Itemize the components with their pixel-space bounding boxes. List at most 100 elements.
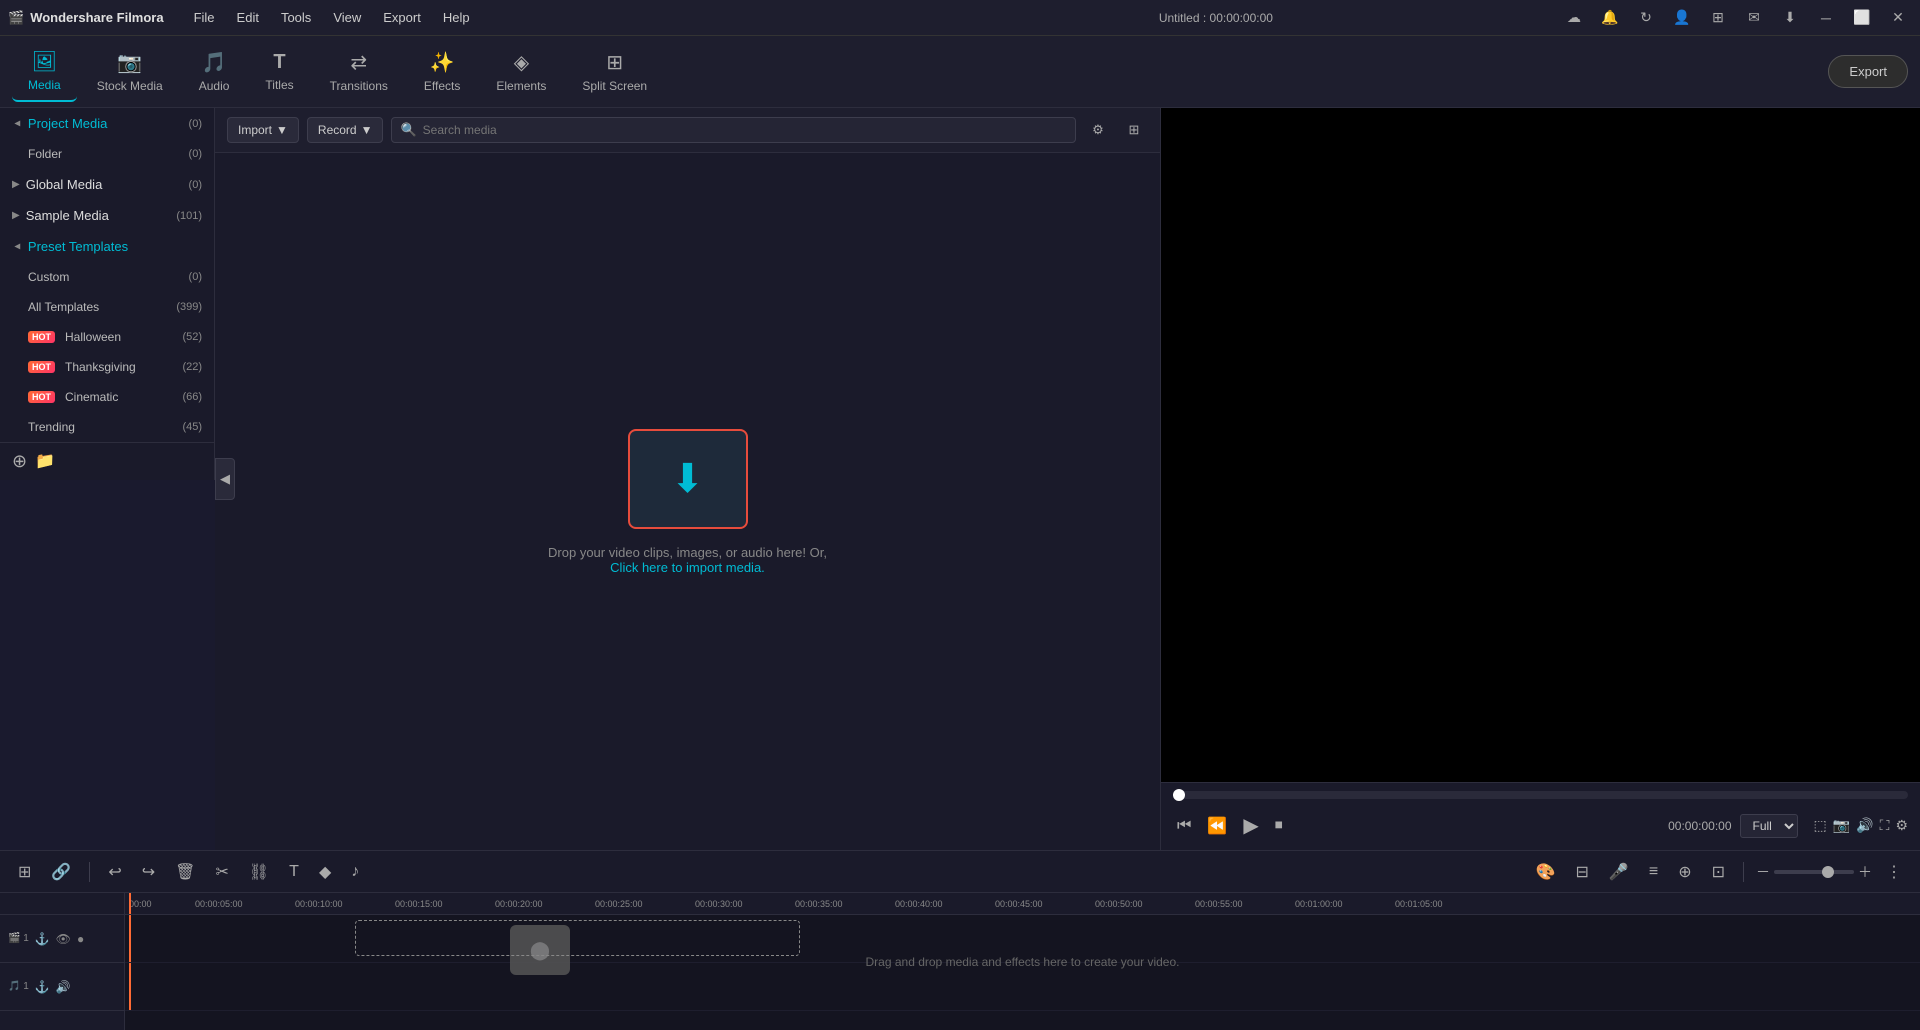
delete-button[interactable]: 🗑 bbox=[169, 858, 201, 886]
preset-templates-arrow: ▼ bbox=[11, 242, 22, 252]
sidebar-item-all-templates[interactable]: All Templates (399) bbox=[0, 292, 214, 322]
undo-button[interactable]: ↩ bbox=[102, 858, 127, 886]
keyframe-button[interactable]: ◆ bbox=[313, 858, 337, 886]
ruler-mark-9: 00:00:45:00 bbox=[995, 899, 1043, 909]
download-btn[interactable]: ⬇ bbox=[1776, 4, 1804, 32]
fullscreen-button[interactable]: ⛶ bbox=[1880, 817, 1890, 834]
timeline-zoom: － ＋ bbox=[1756, 862, 1872, 882]
color-correct-btn[interactable]: 🎨 bbox=[1530, 858, 1562, 886]
voice-btn[interactable]: 🎤 bbox=[1603, 858, 1635, 886]
ruler-mark-7: 00:00:35:00 bbox=[795, 899, 843, 909]
visibility-icon[interactable]: 👁 bbox=[56, 932, 71, 946]
play-button[interactable]: ▶ bbox=[1239, 809, 1262, 842]
preview-playhead[interactable] bbox=[1173, 789, 1185, 801]
toolbar-split-screen[interactable]: ⊞ Split Screen bbox=[566, 42, 663, 101]
app-name: Wondershare Filmora bbox=[30, 10, 163, 25]
merge-btn[interactable]: ⊕ bbox=[1672, 858, 1697, 886]
sidebar-item-project-media[interactable]: ▼ Project Media (0) bbox=[0, 108, 214, 139]
folder-button[interactable]: 📁 bbox=[35, 451, 55, 472]
toolbar-elements[interactable]: ◈ Elements bbox=[480, 42, 562, 101]
record-button[interactable]: Record ▼ bbox=[307, 117, 384, 143]
stop-button[interactable]: ⏹ bbox=[1271, 813, 1287, 839]
quality-select[interactable]: Full 1/2 1/4 1/8 bbox=[1740, 814, 1798, 838]
menu-edit[interactable]: Edit bbox=[227, 6, 269, 29]
toolbar-effects[interactable]: ✨ Effects bbox=[408, 42, 476, 101]
zoom-out-button[interactable]: － bbox=[1756, 862, 1770, 882]
menu-help[interactable]: Help bbox=[433, 6, 480, 29]
sidebar-item-custom[interactable]: Custom (0) bbox=[0, 262, 214, 292]
ruler-mark-6: 00:00:30:00 bbox=[695, 899, 743, 909]
volume-button[interactable]: 🔊 bbox=[1856, 817, 1873, 834]
minimize-btn[interactable]: ─ bbox=[1812, 4, 1840, 32]
grid-btn[interactable]: ⊞ bbox=[1704, 4, 1732, 32]
text-button[interactable]: T bbox=[283, 859, 305, 885]
toolbar-stock-media[interactable]: 📷 Stock Media bbox=[81, 42, 179, 101]
import-link[interactable]: Click here to import media. bbox=[610, 560, 765, 575]
lock-icon[interactable]: ⚓ bbox=[35, 932, 50, 946]
menu-tools[interactable]: Tools bbox=[271, 6, 321, 29]
subtitle-btn[interactable]: ⊡ bbox=[1706, 858, 1731, 886]
main-content: ▼ Project Media (0) Folder (0) ▶ Global … bbox=[0, 108, 1920, 1030]
snap-btn[interactable]: ⊟ bbox=[1570, 858, 1595, 886]
toolbar-media[interactable]: 🖼 Media bbox=[12, 41, 77, 102]
bell-btn[interactable]: 🔔 bbox=[1596, 4, 1624, 32]
user-btn[interactable]: 👤 bbox=[1668, 4, 1696, 32]
toolbar-transitions[interactable]: ⇄ Transitions bbox=[314, 42, 404, 101]
maximize-btn[interactable]: ⬜ bbox=[1848, 4, 1876, 32]
sidebar-item-preset-templates[interactable]: ▼ Preset Templates bbox=[0, 231, 214, 262]
sidebar-item-trending[interactable]: Trending (45) bbox=[0, 412, 214, 442]
time-display: 00:00:00:00 bbox=[1668, 819, 1731, 833]
settings-button[interactable]: ⚙ bbox=[1895, 817, 1908, 834]
import-button[interactable]: Import ▼ bbox=[227, 117, 299, 143]
halloween-count: (52) bbox=[182, 331, 202, 343]
drop-box[interactable]: ⬇ bbox=[628, 429, 748, 529]
sidebar-item-global-media[interactable]: ▶ Global Media (0) bbox=[0, 169, 214, 200]
add-media-button[interactable]: ⊕ bbox=[12, 451, 27, 472]
menu-view[interactable]: View bbox=[323, 6, 371, 29]
toolbar-titles[interactable]: T Titles bbox=[249, 43, 309, 100]
adjust-btn[interactable]: ≡ bbox=[1643, 859, 1664, 885]
menu-file[interactable]: File bbox=[184, 6, 225, 29]
audio-button[interactable]: ♪ bbox=[345, 859, 365, 885]
toolbar-titles-label: Titles bbox=[265, 78, 293, 92]
close-btn[interactable]: ✕ bbox=[1884, 4, 1912, 32]
filter-button[interactable]: ⚙ bbox=[1084, 116, 1112, 144]
unlink-button[interactable]: ⛓ bbox=[243, 858, 275, 886]
media-panel: Import ▼ Record ▼ 🔍 ⚙ ⊞ ⬇ bbox=[215, 108, 1160, 850]
sidebar-wrapper: ▼ Project Media (0) Folder (0) ▶ Global … bbox=[0, 108, 215, 850]
export-button[interactable]: Export bbox=[1828, 55, 1908, 88]
screenshot-button[interactable]: 📷 bbox=[1833, 817, 1850, 834]
redo-button[interactable]: ↪ bbox=[136, 858, 161, 886]
record-label: Record bbox=[318, 123, 357, 137]
view-toggle-button[interactable]: ⊞ bbox=[1120, 116, 1148, 144]
sidebar-item-sample-media[interactable]: ▶ Sample Media (101) bbox=[0, 200, 214, 231]
search-input[interactable] bbox=[423, 123, 1067, 137]
sidebar-item-halloween[interactable]: HOT Halloween (52) bbox=[0, 322, 214, 352]
toolbar-audio[interactable]: 🎵 Audio bbox=[183, 42, 246, 101]
mail-btn[interactable]: ✉ bbox=[1740, 4, 1768, 32]
sidebar-item-thanksgiving[interactable]: HOT Thanksgiving (22) bbox=[0, 352, 214, 382]
add-track-button[interactable]: ⊞ bbox=[12, 858, 37, 886]
preview-buttons: ⏮ ⏪ ▶ ⏹ 00:00:00:00 Full 1/2 1/4 1/8 ⬚ 📷… bbox=[1173, 809, 1908, 842]
global-media-arrow: ▶ bbox=[12, 179, 20, 190]
zoom-in-button[interactable]: ＋ bbox=[1858, 862, 1872, 882]
sidebar-collapse-button[interactable]: ◀ bbox=[215, 458, 235, 500]
zoom-slider[interactable] bbox=[1774, 870, 1854, 874]
step-back-button[interactable]: ⏪ bbox=[1203, 812, 1231, 840]
preview-progress-bar[interactable] bbox=[1173, 791, 1908, 799]
sync-btn[interactable]: ↻ bbox=[1632, 4, 1660, 32]
sidebar-item-folder[interactable]: Folder (0) bbox=[0, 139, 214, 169]
link-button[interactable]: 🔗 bbox=[45, 858, 77, 886]
menu-export[interactable]: Export bbox=[373, 6, 431, 29]
video-drop-zone[interactable] bbox=[355, 920, 800, 956]
fit-button[interactable]: ⬚ bbox=[1814, 817, 1827, 834]
sidebar-item-cinematic[interactable]: HOT Cinematic (66) bbox=[0, 382, 214, 412]
eye-icon[interactable]: ● bbox=[77, 932, 84, 946]
timeline-settings-btn[interactable]: ⋮ bbox=[1880, 858, 1908, 886]
audio-lock-icon[interactable]: ⚓ bbox=[35, 980, 50, 994]
trending-count: (45) bbox=[182, 421, 202, 433]
cloud-btn[interactable]: ☁ bbox=[1560, 4, 1588, 32]
audio-mute-icon[interactable]: 🔊 bbox=[56, 980, 71, 994]
cut-button[interactable]: ✂ bbox=[209, 858, 234, 886]
rewind-button[interactable]: ⏮ bbox=[1173, 813, 1195, 839]
